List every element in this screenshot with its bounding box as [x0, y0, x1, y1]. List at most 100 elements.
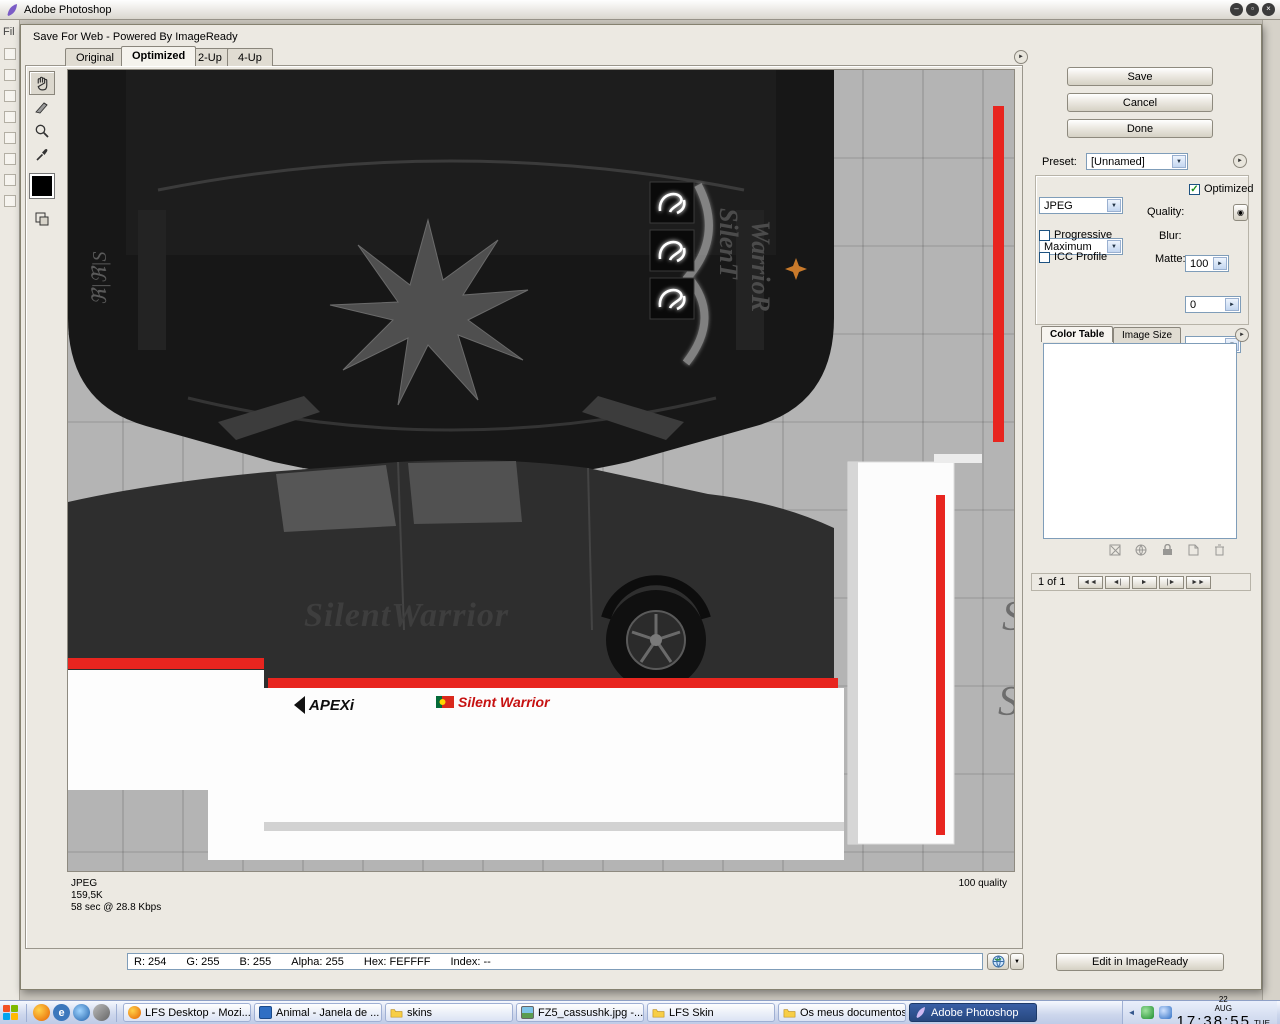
tool-icon[interactable]	[3, 132, 16, 144]
internet-explorer-icon[interactable]: e	[53, 1004, 70, 1021]
settings-menu-button[interactable]: ►	[1233, 154, 1247, 168]
preview-menu-button[interactable]: ►	[1014, 50, 1028, 64]
next-frame-button[interactable]: |►	[1158, 575, 1184, 589]
quality-slider-popup-icon[interactable]: ►	[1213, 257, 1227, 270]
cancel-button[interactable]: Cancel	[1067, 93, 1213, 112]
color-table-menu-button[interactable]: ►	[1235, 328, 1249, 342]
file-format-dropdown[interactable]: JPEG ▼	[1039, 197, 1123, 214]
zoom-tool-button[interactable]	[29, 119, 55, 143]
window-edge	[1262, 20, 1280, 1000]
optimized-image-preview[interactable]: ℜ|ℜ|Ѕ SilenT WarrioR SilentWarrior APEXi…	[67, 69, 1015, 872]
optimized-checkbox-label: Optimized	[1204, 183, 1254, 195]
roof-brand-line1: SilenT	[714, 208, 743, 280]
toggle-slices-visibility-button[interactable]	[29, 207, 55, 231]
tab-original[interactable]: Original	[65, 48, 125, 66]
new-color-icon[interactable]	[1185, 543, 1201, 557]
delete-color-icon[interactable]	[1211, 543, 1227, 557]
desktop-shortcut-icon[interactable]	[93, 1004, 110, 1021]
tool-icon[interactable]	[3, 48, 16, 60]
blur-slider-popup-icon[interactable]: ►	[1225, 298, 1239, 311]
play-button[interactable]: ►	[1131, 575, 1157, 589]
red-stripe-wing	[936, 495, 945, 835]
tool-icon[interactable]	[3, 153, 16, 165]
clock[interactable]: 22 AUG 17:38:55 TUE	[1177, 995, 1270, 1024]
date-block: 22 AUG	[1177, 995, 1270, 1013]
progressive-checkbox-row[interactable]: Progressive	[1039, 229, 1112, 241]
browser-preview-dropdown[interactable]: ▼	[1010, 953, 1024, 970]
firefox-icon[interactable]	[33, 1004, 50, 1021]
browser-preview-button[interactable]	[987, 953, 1009, 970]
color-readout-bar: R: 254 G: 255 B: 255 Alpha: 255 Hex: FEF…	[127, 953, 983, 970]
photoshop-feather-icon	[916, 1007, 925, 1018]
blur-value-field[interactable]: 0 ►	[1185, 296, 1241, 313]
red-stripe-left	[68, 658, 264, 669]
first-frame-button[interactable]: ◄◄	[1077, 575, 1103, 589]
dialog-title: Save For Web - Powered By ImageReady	[33, 31, 238, 43]
tool-icon[interactable]	[3, 111, 16, 123]
chevron-down-icon[interactable]: ▼	[1172, 155, 1186, 168]
icc-profile-checkbox-row[interactable]: ICC Profile	[1039, 251, 1107, 263]
task-lfs-skin-folder[interactable]: LFS Skin	[647, 1003, 775, 1022]
photoshop-feather-icon	[7, 3, 17, 16]
minimize-icon[interactable]: –	[1230, 3, 1243, 16]
chevron-left-icon[interactable]: ◄	[1128, 1008, 1136, 1017]
photoshop-titlebar[interactable]: Adobe Photoshop – ▫ ×	[0, 0, 1280, 20]
system-tray: ◄ 22 AUG 17:38:55 TUE	[1121, 995, 1277, 1024]
eyedropper-tool-button[interactable]	[29, 143, 55, 167]
task-animal-window[interactable]: Animal - Janela de ...	[254, 1003, 382, 1022]
quality-channel-button[interactable]: ◉	[1233, 204, 1248, 221]
task-adobe-photoshop[interactable]: Adobe Photoshop	[909, 1003, 1037, 1022]
alpha-readout: Alpha: 255	[291, 955, 344, 968]
tray-network-icon[interactable]	[1158, 1006, 1172, 1019]
messenger-icon[interactable]	[73, 1004, 90, 1021]
chevron-down-icon[interactable]: ▼	[1107, 240, 1121, 253]
apexi-logo: APEXi	[294, 696, 355, 714]
task-fz5-image[interactable]: FZ5_cassushk.jpg -...	[516, 1003, 644, 1022]
optimized-checkbox[interactable]: ✓	[1189, 183, 1200, 195]
chevron-down-icon[interactable]: ▼	[1107, 199, 1121, 212]
hand-tool-button[interactable]	[29, 71, 55, 95]
clock-time: 17:38:55	[1176, 1013, 1251, 1024]
tab-color-table[interactable]: Color Table	[1041, 326, 1114, 342]
lock-color-icon[interactable]	[1159, 543, 1175, 557]
preset-dropdown[interactable]: [Unnamed] ▼	[1086, 153, 1188, 170]
quality-value-field[interactable]: 100 ►	[1185, 255, 1229, 272]
color-table-area[interactable]	[1043, 343, 1237, 539]
snap-to-web-palette-icon[interactable]	[1107, 543, 1123, 557]
slice-select-tool-button[interactable]	[29, 95, 55, 119]
right-edge-glyph-2: Ѕ	[998, 679, 1015, 725]
tool-icon[interactable]	[3, 90, 16, 102]
icc-profile-checkbox-label: ICC Profile	[1054, 251, 1108, 263]
size-readout: 159,5K	[71, 890, 103, 901]
folder-icon	[390, 1009, 403, 1018]
hex-readout: Hex: FEFFFF	[363, 955, 431, 968]
date-day: 22	[1218, 995, 1228, 1004]
tab-optimized[interactable]: Optimized	[121, 46, 197, 66]
task-skins-folder[interactable]: skins	[385, 1003, 513, 1022]
edit-in-imageready-button[interactable]: Edit in ImageReady	[1056, 953, 1224, 971]
task-my-documents[interactable]: Os meus documentos	[778, 1003, 906, 1022]
quality-readout: 100 quality	[958, 878, 1007, 889]
red-readout: R: 254	[134, 955, 167, 968]
progressive-checkbox[interactable]	[1039, 229, 1050, 241]
maximize-icon[interactable]: ▫	[1246, 3, 1259, 16]
tool-icon[interactable]	[3, 174, 16, 186]
start-button[interactable]	[3, 1004, 20, 1021]
tool-icon[interactable]	[3, 195, 16, 207]
task-lfs-desktop[interactable]: LFS Desktop - Mozi...	[123, 1003, 251, 1022]
previous-frame-button[interactable]: ◄|	[1104, 575, 1130, 589]
left-edge-glyphs: ℜ|ℜ|Ѕ	[89, 251, 111, 305]
optimized-checkbox-row[interactable]: ✓ Optimized	[1189, 183, 1254, 195]
last-frame-button[interactable]: ►►	[1185, 575, 1211, 589]
icc-profile-checkbox[interactable]	[1039, 251, 1050, 263]
tab-4up[interactable]: 4-Up	[227, 48, 273, 66]
tool-icon[interactable]	[3, 69, 16, 81]
tab-image-size[interactable]: Image Size	[1113, 327, 1182, 343]
web-shift-color-icon[interactable]	[1133, 543, 1149, 557]
tray-status-icon[interactable]	[1140, 1006, 1154, 1019]
done-button[interactable]: Done	[1067, 119, 1213, 138]
clock-weekday: TUE	[1254, 1019, 1270, 1024]
save-button[interactable]: Save	[1067, 67, 1213, 86]
eyedropper-color-swatch[interactable]	[29, 173, 55, 199]
close-icon[interactable]: ×	[1262, 3, 1275, 16]
